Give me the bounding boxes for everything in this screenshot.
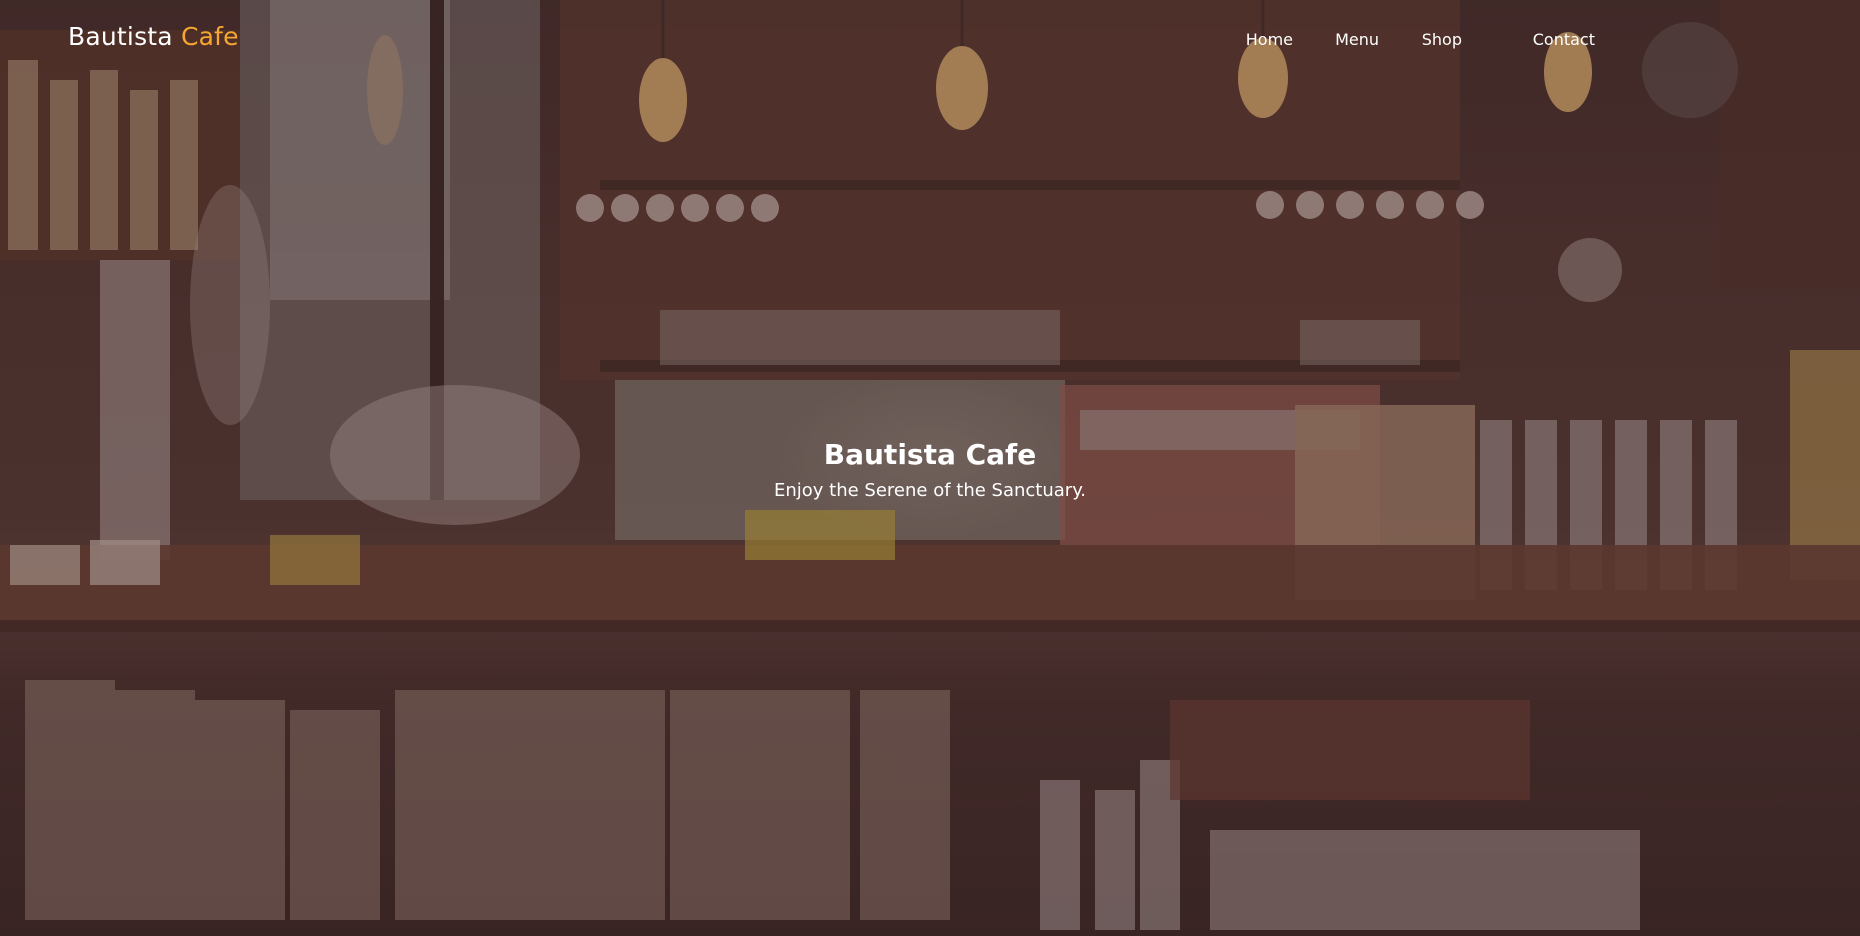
nav-menu[interactable]: Menu (1335, 30, 1379, 49)
site-header: Bautista Cafe Home Menu Shop Contact (0, 0, 1860, 80)
nav-contact[interactable]: Contact (1533, 30, 1595, 49)
hero-section: Bautista Cafe Home Menu Shop Contact Bau… (0, 0, 1860, 936)
nav-shop[interactable]: Shop (1422, 30, 1462, 49)
brand-accent: Cafe (180, 22, 239, 51)
brand-name: Bautista (68, 22, 173, 51)
brand-logo[interactable]: Bautista Cafe (68, 22, 239, 51)
nav-home[interactable]: Home (1246, 30, 1293, 49)
hero-subtitle: Enjoy the Serene of the Sanctuary. (773, 480, 1086, 501)
hero-title: Bautista Cafe (823, 438, 1037, 471)
